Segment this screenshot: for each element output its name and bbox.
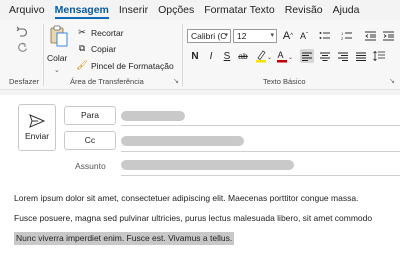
chevron-down-icon: ▾ <box>224 32 228 39</box>
basic-text-launcher-icon[interactable]: ↘ <box>388 78 396 86</box>
clipboard-group-label: Área de Transferência <box>70 77 144 86</box>
svg-text:⌄: ⌄ <box>267 55 271 61</box>
to-field-underline <box>121 125 400 126</box>
subject-field-underline <box>121 175 400 176</box>
justify-icon <box>356 52 366 61</box>
menu-revisao[interactable]: Revisão <box>280 0 328 20</box>
menu-opcoes[interactable]: Opções <box>153 0 199 20</box>
svg-text:⌄: ⌄ <box>288 55 292 61</box>
separator <box>43 24 44 86</box>
grow-font-icon: A <box>282 30 291 42</box>
scissors-icon: ✂ <box>78 27 86 37</box>
italic-icon: I <box>209 50 213 62</box>
format-painter-label: Pincel de Formatação <box>91 60 174 71</box>
svg-text:A: A <box>278 50 284 60</box>
underline-icon: S <box>223 50 231 62</box>
svg-text:2: 2 <box>341 36 344 41</box>
highlighter-icon: ⌄ <box>256 50 271 63</box>
cut-label: Recortar <box>91 27 124 38</box>
font-color-button[interactable]: A ⌄ <box>275 49 293 63</box>
menu-ajuda[interactable]: Ajuda <box>328 0 365 20</box>
cut-button[interactable]: ✂ Recortar <box>76 26 124 39</box>
send-icon <box>29 114 45 128</box>
body-line-1[interactable]: Lorem ipsum dolor sit amet, consectetuer… <box>14 193 358 203</box>
menu-inserir[interactable]: Inserir <box>114 0 153 20</box>
compose-divider <box>0 91 400 95</box>
paste-label: Colar <box>47 52 68 63</box>
align-right-button[interactable] <box>336 49 350 63</box>
decrease-indent-icon[interactable] <box>364 29 378 43</box>
menu-arquivo[interactable]: Arquivo <box>4 0 50 20</box>
paste-dropdown-icon[interactable]: ⌄ <box>54 63 60 76</box>
highlight-color-button[interactable]: ⌄ <box>254 49 272 63</box>
italic-button[interactable]: I <box>204 49 218 63</box>
body-line-2[interactable]: Fusce posuere, magna sed pulvinar ultric… <box>14 213 372 223</box>
font-size-select[interactable]: 12 ▾ <box>233 29 277 43</box>
strikethrough-button[interactable]: ab <box>236 49 250 63</box>
bullets-icon[interactable] <box>318 29 332 43</box>
menu-formatar-texto[interactable]: Formatar Texto <box>199 0 279 20</box>
subject-redacted <box>121 160 294 170</box>
underline-button[interactable]: S <box>220 49 234 63</box>
bold-icon: N <box>191 50 199 62</box>
compose-area <box>0 91 400 274</box>
send-label: Enviar <box>24 131 50 141</box>
shrink-font-button[interactable]: Aˇ <box>297 29 311 43</box>
cc-field-underline <box>121 151 400 152</box>
align-left-button[interactable] <box>300 49 314 63</box>
menu-bar: Arquivo Mensagem Inserir Opções Formatar… <box>0 0 400 20</box>
increase-indent-icon[interactable] <box>382 29 396 43</box>
paste-icon[interactable] <box>49 24 69 48</box>
line-spacing-icon <box>373 51 385 61</box>
cc-recipient-redacted <box>121 136 244 146</box>
font-color-icon: A ⌄ <box>277 50 292 63</box>
align-left-icon <box>302 52 312 61</box>
cc-button[interactable]: Cc <box>64 131 116 150</box>
copy-label: Copiar <box>91 43 117 54</box>
clipboard-launcher-icon[interactable]: ↘ <box>172 78 180 86</box>
font-name-value: Calibri (C <box>191 31 227 41</box>
copy-icon: ⧉ <box>78 43 86 53</box>
align-center-icon <box>320 52 330 61</box>
font-size-value: 12 <box>237 31 247 41</box>
menu-mensagem[interactable]: Mensagem <box>50 0 114 20</box>
numbering-icon[interactable]: 12 <box>340 29 354 43</box>
send-button[interactable]: Enviar <box>18 104 56 151</box>
body-line-3-selected[interactable]: Nunc viverra imperdiet enim. Fusce est. … <box>14 232 235 245</box>
subject-label: Assunto <box>75 161 106 171</box>
undo-group-label: Desfazer <box>9 77 40 86</box>
paintbrush-icon: 🖌 <box>76 60 88 70</box>
grow-font-button[interactable]: A ^ <box>281 29 295 43</box>
basic-text-group-label: Texto Básico <box>263 77 306 86</box>
ribbon: Desfazer Colar ⌄ ✂ Recortar ⧉ Copiar 🖌 P… <box>0 20 400 90</box>
align-center-button[interactable] <box>318 49 332 63</box>
line-spacing-button[interactable] <box>372 49 386 63</box>
font-name-select[interactable]: Calibri (C ▾ <box>187 29 231 43</box>
bold-button[interactable]: N <box>188 49 202 63</box>
copy-button[interactable]: ⧉ Copiar <box>76 42 116 55</box>
align-right-icon <box>338 52 348 61</box>
to-button[interactable]: Para <box>64 106 116 125</box>
strikethrough-icon: ab <box>238 51 248 61</box>
chevron-down-icon: ▾ <box>270 32 274 39</box>
format-painter-button[interactable]: 🖌 Pincel de Formatação <box>76 59 174 72</box>
justify-button[interactable] <box>354 49 368 63</box>
undo-icon[interactable] <box>15 24 29 38</box>
to-recipient-redacted <box>121 111 185 121</box>
separator <box>182 24 183 86</box>
redo-icon[interactable] <box>15 41 29 55</box>
